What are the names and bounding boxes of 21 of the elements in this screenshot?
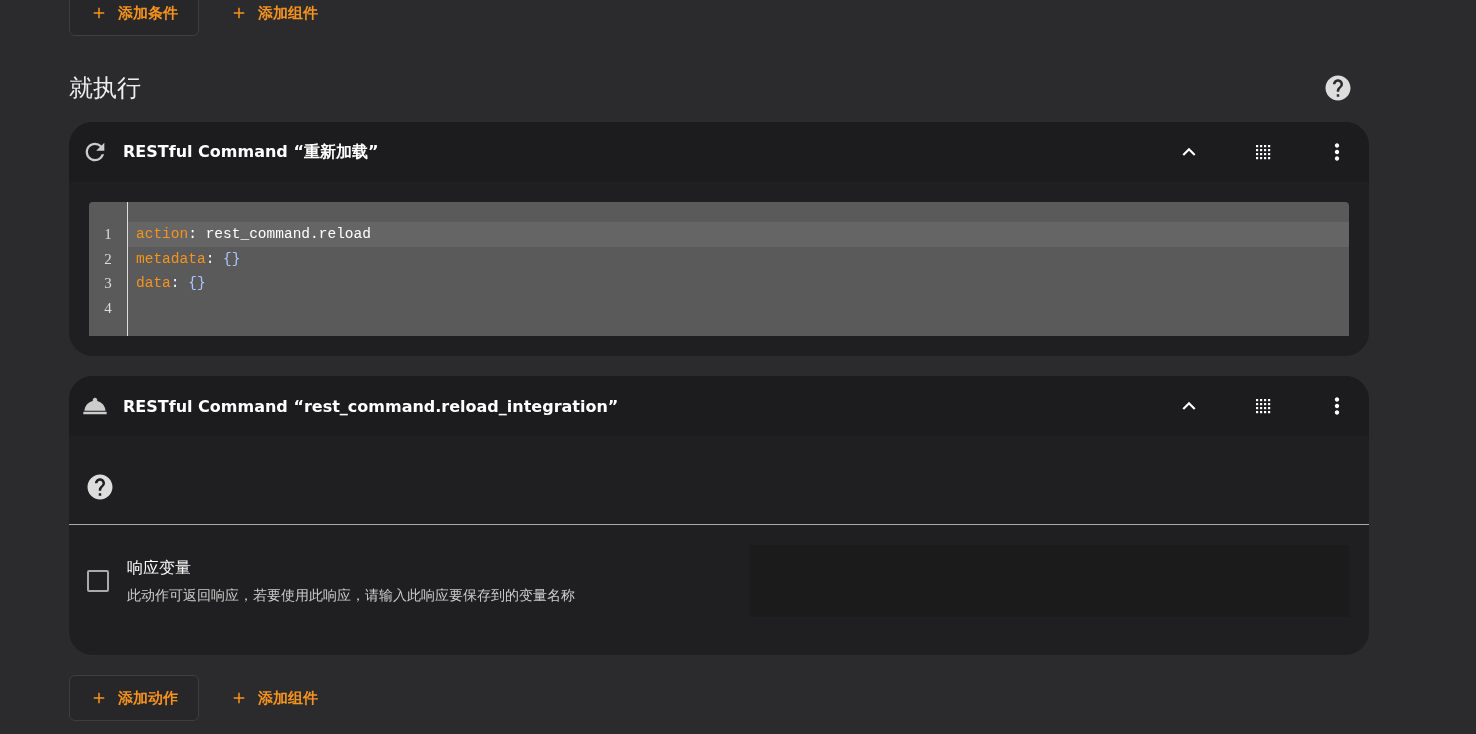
add-button[interactable]: 添加组件 — [209, 675, 339, 721]
help-icon[interactable] — [85, 472, 115, 502]
response-variable-description: 此动作可返回响应，若要使用此响应，请输入此响应要保存到的变量名称 — [127, 586, 576, 605]
drag-handle-icon[interactable] — [1255, 398, 1271, 414]
line-number: 3 — [103, 274, 113, 293]
help-icon[interactable] — [1323, 73, 1353, 103]
response-variable-label: 响应变量 — [127, 557, 192, 579]
add-button[interactable]: 添加条件 — [69, 0, 199, 36]
checkbox[interactable] — [87, 570, 109, 592]
code-line: metadata: {} — [135, 249, 242, 269]
action-title: RESTful Command “rest_command.reload_integration” — [123, 396, 620, 416]
drag-handle-icon[interactable] — [1255, 144, 1271, 160]
add-button[interactable]: 添加组件 — [209, 0, 339, 36]
section-title: 就执行 — [69, 73, 141, 104]
action-title: RESTful Command “重新加载” — [123, 141, 380, 163]
code-line: data: {} — [135, 274, 207, 293]
add-button[interactable]: 添加动作 — [69, 675, 199, 721]
line-number: 1 — [103, 225, 113, 244]
line-number: 4 — [103, 298, 113, 318]
code-editor[interactable]: 1 2 3 4 action: rest_command.reload metadata: {} data: {} — [89, 202, 1349, 336]
line-number: 2 — [103, 249, 113, 269]
